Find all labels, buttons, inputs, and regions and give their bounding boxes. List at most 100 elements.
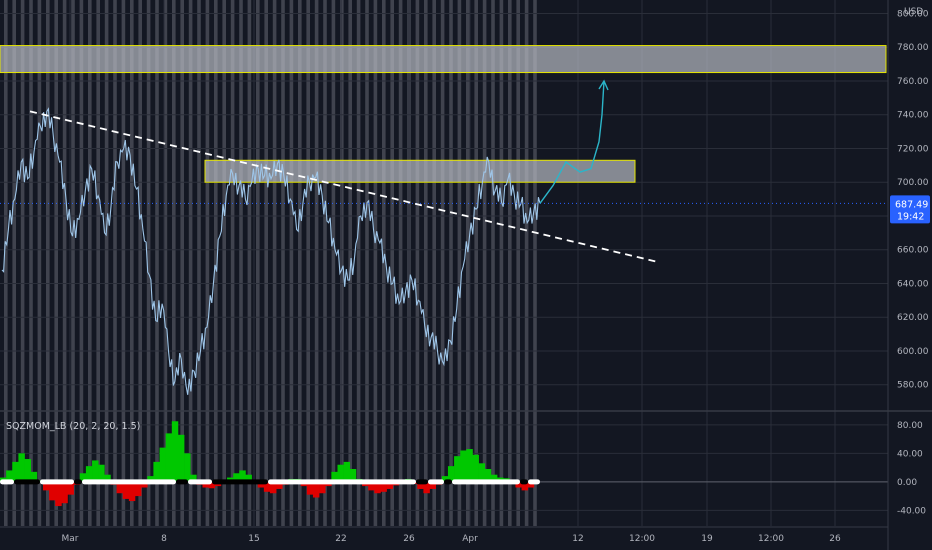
squeeze-dot-run — [40, 479, 74, 485]
squeeze-dot-run — [428, 479, 444, 485]
momentum-bar — [61, 481, 68, 504]
squeeze-band — [46, 0, 50, 526]
momentum-bar — [49, 481, 56, 501]
squeeze-dot-run — [444, 479, 452, 485]
momentum-bar — [18, 453, 25, 482]
squeeze-band — [356, 0, 361, 526]
squeeze-band — [197, 0, 201, 526]
squeeze-band — [323, 0, 327, 526]
momentum-bar — [24, 459, 31, 482]
x-tick-label: 26 — [829, 534, 841, 544]
momentum-bar — [343, 461, 351, 482]
currency-label: USD — [904, 7, 923, 17]
price-badge-value: 687.49 — [895, 199, 928, 210]
squeeze-band — [314, 0, 319, 526]
squeeze-band — [37, 0, 42, 526]
x-tick-label: 26 — [403, 534, 415, 544]
squeeze-band — [331, 0, 336, 526]
squeeze-band — [130, 0, 134, 526]
momentum-bar — [460, 450, 467, 482]
squeeze-band — [474, 0, 478, 526]
indicator-y-tick-label: -40.00 — [897, 506, 926, 516]
momentum-bar — [153, 461, 160, 482]
squeeze-band — [533, 0, 537, 526]
squeeze-band — [491, 0, 495, 526]
x-tick-label: 12 — [572, 534, 583, 544]
y-tick-label: 580.00 — [897, 381, 929, 391]
squeeze-band — [306, 0, 310, 526]
x-tick-label: 12:00 — [758, 534, 784, 544]
squeeze-dots-layer — [0, 479, 540, 485]
squeeze-band — [398, 0, 403, 526]
squeeze-band — [415, 0, 420, 526]
squeeze-dot-run — [212, 479, 268, 485]
squeeze-band — [457, 0, 462, 526]
squeeze-band — [188, 0, 193, 526]
momentum-bar — [12, 461, 19, 482]
indicator-y-tick-label: 0.00 — [897, 478, 917, 488]
squeeze-band — [62, 0, 67, 526]
squeeze-dot-run — [520, 479, 528, 485]
squeeze-band — [524, 0, 529, 526]
squeeze-band — [264, 0, 268, 526]
momentum-bar — [98, 464, 105, 482]
squeeze-band — [29, 0, 33, 526]
squeeze-band — [256, 0, 260, 526]
squeeze-band — [138, 0, 142, 526]
squeeze-band — [516, 0, 520, 526]
squeeze-dot-run — [0, 479, 14, 485]
x-tick-label: 22 — [335, 534, 346, 544]
momentum-bar — [184, 453, 191, 482]
y-tick-label: 620.00 — [897, 313, 929, 323]
momentum-bar — [55, 481, 62, 507]
squeeze-dot-run — [82, 479, 176, 485]
indicator-y-tick-label: 40.00 — [897, 449, 923, 459]
momentum-bar — [165, 433, 173, 482]
squeeze-dot-run — [14, 479, 40, 485]
squeeze-band — [499, 0, 504, 526]
squeeze-dot-run — [416, 479, 428, 485]
chart-root: 580.00600.00620.00640.00660.00680.00700.… — [0, 0, 932, 550]
y-tick-label: 720.00 — [897, 144, 929, 154]
squeeze-band — [239, 0, 243, 526]
y-tick-label: 660.00 — [897, 246, 929, 256]
squeeze-band — [54, 0, 58, 526]
squeeze-band — [96, 0, 100, 526]
momentum-bar — [171, 421, 179, 482]
momentum-bar — [337, 464, 344, 482]
squeeze-band — [12, 0, 16, 526]
squeeze-band — [88, 0, 92, 526]
squeeze-band — [432, 0, 436, 526]
y-tick-label: 600.00 — [897, 347, 929, 357]
squeeze-dot-run — [268, 479, 416, 485]
x-tick-label: 8 — [161, 534, 167, 544]
squeeze-band — [205, 0, 210, 526]
squeeze-band — [20, 0, 25, 526]
squeeze-band — [222, 0, 226, 526]
momentum-bar — [466, 449, 473, 482]
squeeze-band — [272, 0, 277, 526]
momentum-bar — [177, 434, 185, 482]
indicator-y-tick-label: 80.00 — [897, 421, 923, 431]
squeeze-band — [71, 0, 75, 526]
squeeze-band — [365, 0, 369, 526]
squeeze-band — [482, 0, 487, 526]
squeeze-band — [390, 0, 394, 526]
squeeze-band — [79, 0, 84, 526]
indicator-label: SQZMOM_LB (20, 2, 20, 1.5) — [6, 421, 140, 432]
squeeze-band — [281, 0, 285, 526]
squeeze-band — [373, 0, 378, 526]
squeeze-band — [424, 0, 428, 526]
momentum-bar — [472, 454, 479, 482]
resistance-zone — [0, 45, 887, 74]
squeeze-band — [121, 0, 126, 526]
x-tick-label: 15 — [248, 534, 259, 544]
squeeze-band — [440, 0, 445, 526]
squeeze-dot-run — [176, 479, 188, 485]
squeeze-dot-run — [74, 479, 82, 485]
squeeze-dot-run — [188, 479, 212, 485]
y-tick-label: 780.00 — [897, 43, 929, 53]
squeeze-dot-run — [528, 479, 540, 485]
squeeze-band — [230, 0, 235, 526]
squeeze-band — [289, 0, 294, 526]
